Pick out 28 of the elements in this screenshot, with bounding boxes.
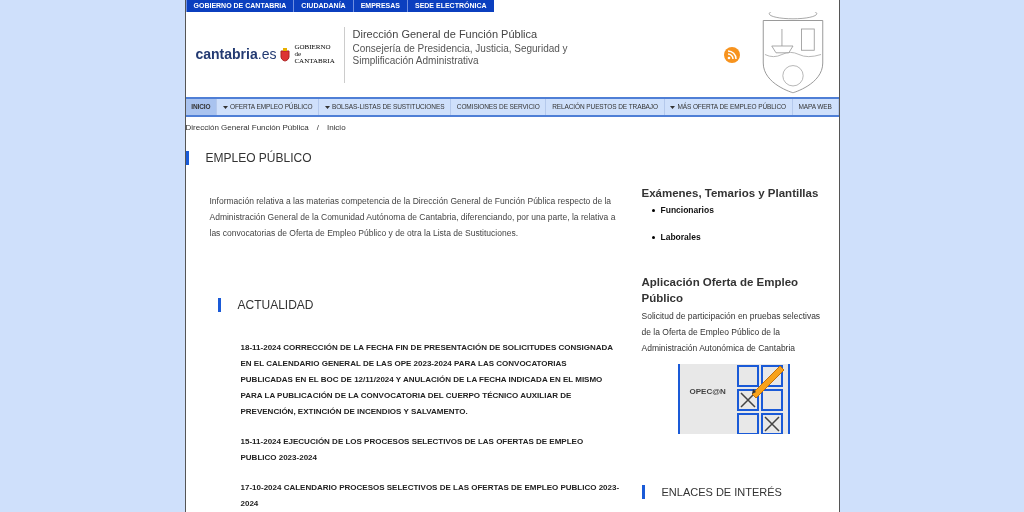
- intro-paragraph: Información relativa a las materias competencia de la Dirección General de Función Pública respecto de la Administración General de la Comunidad Autónoma de Cantabria, diferenciando, por una parte, la relativa a las convocatorias de Oferta de Empleo Público y de otra la Lista de Sustituciones.: [209, 195, 617, 240]
- caret-icon: [324, 105, 330, 109]
- caret-icon: [222, 105, 228, 109]
- news-link[interactable]: 15-11-2024 EJECUCIÓN DE LOS PROCESOS SELECTIVOS DE LAS OFERTAS DE EMPLEO PUBLICO 2023-2024: [240, 434, 621, 466]
- rss-icon[interactable]: [723, 46, 740, 63]
- site-logo[interactable]: cantabria.es: [195, 44, 277, 65]
- application-banner[interactable]: OPEC@N: [677, 363, 790, 434]
- department-title: Dirección General de Función Pública: [352, 26, 539, 41]
- breadcrumb-link[interactable]: Inicio: [326, 122, 346, 134]
- section-title: ENLACES DE INTERÉS: [661, 484, 782, 500]
- caret-icon: [670, 105, 676, 109]
- banner-label: OPEC@N: [689, 385, 726, 398]
- breadcrumb-link[interactable]: Dirección General Función Pública: [185, 122, 309, 134]
- coat-of-arms-icon: [280, 47, 291, 62]
- sidebar-paragraph: Solicitud de participación en pruebas selectivas de la Oferta de Empleo Público de la Administración Autonómica de Cantabria: [641, 309, 822, 355]
- section-title: ACTUALIDAD: [237, 297, 314, 314]
- breadcrumb-separator: /: [316, 122, 319, 134]
- department-subtitle: Consejería de Presidencia, Justicia, Seguridad y Simplificación Administrativa: [352, 42, 569, 67]
- news-link[interactable]: 17-10-2024 CALENDARIO PROCESOS SELECTIVOS DE LAS OFERTAS DE EMPLEO PUBLICO 2023-2024: [240, 480, 621, 512]
- sidebar-link[interactable]: Funcionarios: [660, 204, 714, 217]
- page-title: EMPLEO PÚBLICO: [205, 149, 312, 167]
- sidebar-heading: Exámenes, Temarios y Plantillas: [641, 186, 820, 201]
- bullet-icon: [651, 235, 655, 239]
- bullet-icon: [651, 209, 655, 213]
- news-link[interactable]: 18-11-2024 CORRECCIÓN DE LA FECHA FIN DE PRESENTACIÓN DE SOLICITUDES CONSIGNADA EN EL CALENDARIO GENERAL DE LAS OPE 2023-2024 PARA LAS CONVOCATORIAS PUBLICADAS EN EL BOC DE 12/11/2024 Y ANULACIÓN DE LA FECHA INDICADA EN EL MISMO PARA LA PUBLICACIÓN DE LA CONVOCATORIA DEL CUERPO TÉCNICO AUXILIAR DE PREVENCIÓN, EXTINCIÓN DE INCENDIOS Y SALVAMENTO.: [240, 340, 621, 420]
- checkbox-pencil-drawing: [735, 363, 786, 434]
- sidebar-heading: Aplicación Oferta de Empleo Público: [641, 274, 800, 306]
- sidebar-link[interactable]: Laborales: [660, 231, 701, 244]
